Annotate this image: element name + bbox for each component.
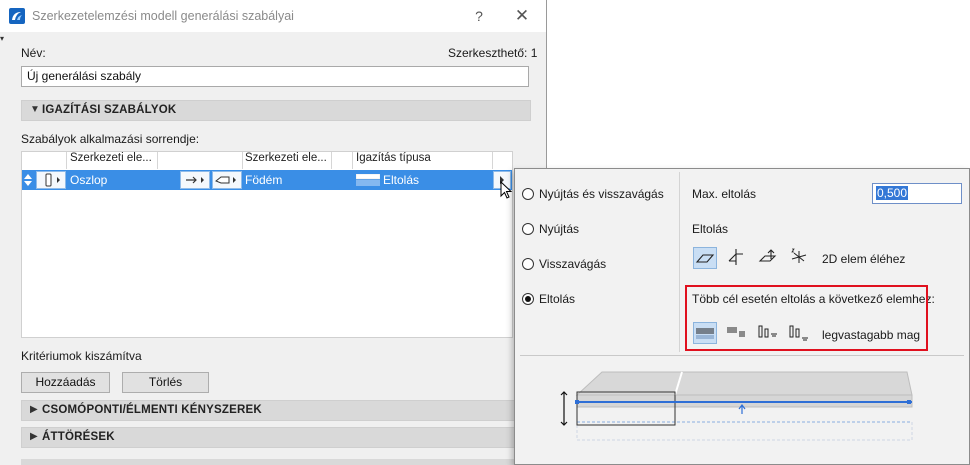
max-offset-value: 0,500 [876, 186, 909, 200]
popup-divider [679, 172, 680, 352]
collapse-arrow-icon: ▼ [30, 104, 40, 115]
expand-arrow-icon: ▶ [30, 404, 38, 415]
openings-section[interactable]: ▶ ÁTTÖRÉSEK [21, 427, 531, 448]
app-logo-icon [9, 8, 25, 24]
radio-button[interactable] [522, 222, 534, 235]
header-divider [157, 152, 158, 169]
header-divider [331, 152, 332, 169]
vertical-plane-icon [728, 249, 743, 265]
option-label: Nyújtás és visszavágás [539, 187, 664, 201]
column-header-element-a[interactable]: Szerkezeti ele... [70, 152, 152, 169]
radio-button-selected[interactable] [522, 292, 534, 305]
target-column-high-button[interactable] [788, 322, 812, 344]
radio-button[interactable] [522, 187, 534, 200]
column-element-icon [45, 173, 60, 187]
section-bar-partial [21, 459, 531, 465]
option-offset[interactable]: Eltolás [522, 291, 575, 309]
popup-divider [520, 355, 964, 356]
arrow-right-icon [186, 176, 204, 184]
section-title: ÁTTÖRÉSEK [42, 431, 115, 443]
slab-element-icon [215, 176, 236, 184]
column-header-element-b[interactable]: Szerkezeti ele... [245, 152, 327, 169]
name-label: Név: [21, 46, 46, 60]
max-offset-field[interactable]: 0,500 [872, 183, 962, 204]
order-label: Szabályok alkalmazási sorrendje: [21, 132, 200, 146]
relation-picker[interactable] [180, 171, 210, 189]
offset-3d-axis-button[interactable] [788, 247, 812, 269]
rule-name-field[interactable]: Új generálási szabály [21, 66, 529, 87]
reorder-handle-icon[interactable] [23, 173, 33, 187]
element-a-picker[interactable] [36, 171, 66, 189]
section-title: CSOMÓPONTI/ÉLMENTI KÉNYSZEREK [42, 404, 262, 416]
option-extend[interactable]: Nyújtás [522, 221, 579, 239]
xyz-axis-icon [791, 248, 807, 263]
add-button[interactable]: Hozzáadás [21, 372, 110, 393]
mouse-cursor-icon [500, 181, 513, 199]
close-button[interactable]: ✕ [510, 4, 534, 28]
expand-arrow-icon: ▶ [30, 431, 38, 442]
option-extend-trim[interactable]: Nyújtás és visszavágás [522, 186, 664, 204]
row-alignment-type: Eltolás [383, 173, 420, 187]
editable-count: Szerkeszthető: 1 [448, 46, 538, 60]
header-divider [66, 152, 67, 169]
offset-vertical-plane-button[interactable] [725, 247, 749, 269]
offset-type-icon [356, 174, 380, 186]
alignment-rules-section[interactable]: ▼ IGAZÍTÁSI SZABÁLYOK [21, 100, 531, 121]
radio-button[interactable] [522, 257, 534, 270]
offset-to-edge-button[interactable] [693, 247, 717, 269]
thickest-core-label: legvastagabb mag [822, 328, 921, 342]
window-title: Szerkezetelemzési modell generálási szab… [32, 9, 294, 23]
hatched-layers-icon [696, 328, 714, 339]
offset-label: Eltolás [692, 222, 729, 236]
edge-marker: ▾ [0, 34, 5, 43]
header-divider [492, 152, 493, 169]
max-offset-label: Max. eltolás [692, 187, 757, 201]
option-label: Eltolás [539, 292, 576, 306]
nodal-constraints-section[interactable]: ▶ CSOMÓPONTI/ÉLMENTI KÉNYSZEREK [21, 400, 531, 421]
header-divider [352, 152, 353, 169]
column-header-alignment-type[interactable]: Igazítás típusa [356, 152, 431, 169]
target-second-layer-button[interactable] [725, 322, 749, 344]
criteria-label: Kritériumok kiszámítva [21, 349, 142, 363]
offset-preview-illustration [560, 371, 913, 441]
title-bar: Szerkezetelemzési modell generálási szab… [0, 0, 546, 32]
option-label: Visszavágás [539, 257, 607, 271]
section-title: IGAZÍTÁSI SZABÁLYOK [42, 104, 177, 116]
row-element-a: Oszlop [70, 173, 108, 187]
edge-label: 2D elem éléhez [822, 252, 906, 266]
target-column-low-button[interactable] [757, 322, 781, 344]
column-high-icon [789, 325, 808, 341]
plane-icon [695, 254, 715, 263]
delete-button[interactable]: Törlés [122, 372, 209, 393]
axis-plane-icon [758, 249, 777, 262]
offset-axis-plane-button[interactable] [757, 247, 781, 269]
header-divider [242, 152, 243, 169]
option-trim[interactable]: Visszavágás [522, 256, 606, 274]
help-button[interactable]: ? [467, 4, 491, 28]
hatched-layers-icon [727, 327, 745, 337]
row-element-b: Födém [245, 173, 283, 187]
element-b-picker[interactable] [212, 171, 242, 189]
column-low-icon [758, 325, 777, 338]
target-first-layer-button[interactable] [693, 322, 717, 344]
option-label: Nyújtás [539, 222, 580, 236]
